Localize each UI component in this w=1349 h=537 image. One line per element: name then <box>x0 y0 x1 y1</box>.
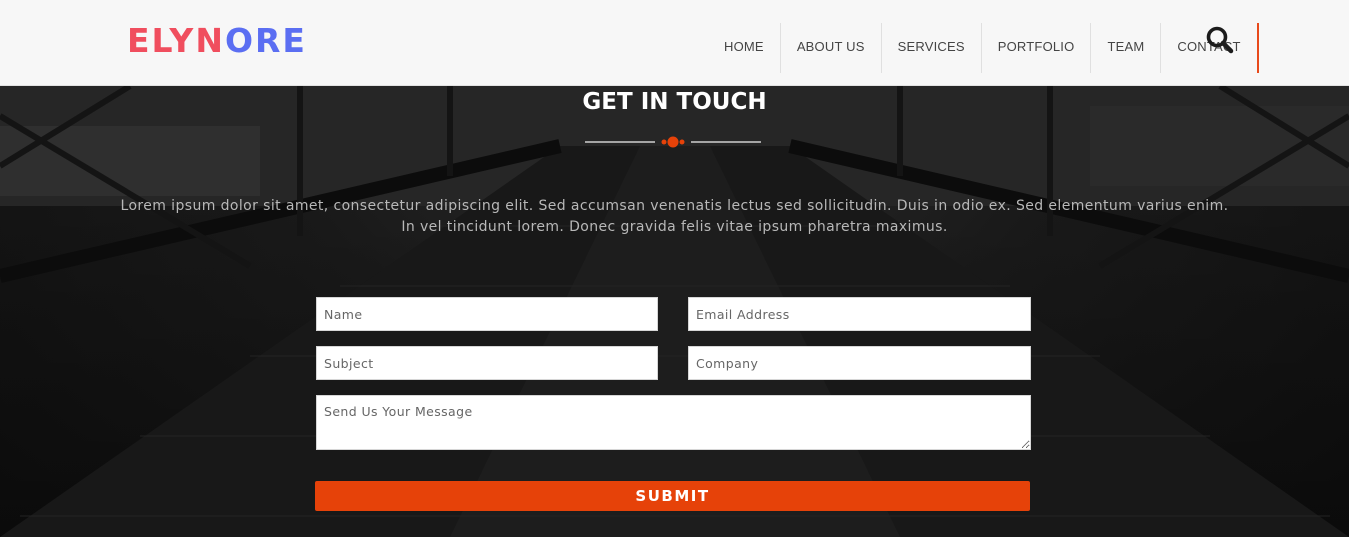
brand-logo-part1: ELYN <box>127 21 225 60</box>
subject-input[interactable] <box>316 346 658 380</box>
email-input[interactable] <box>688 297 1031 331</box>
title-divider <box>585 136 761 148</box>
background-image <box>0 86 1349 537</box>
main-nav: HOME ABOUT US SERVICES PORTFOLIO TEAM CO… <box>708 23 1259 73</box>
name-input[interactable] <box>316 297 658 331</box>
nav-separator <box>1256 23 1259 73</box>
search-icon[interactable] <box>1204 24 1236 56</box>
message-textarea[interactable] <box>316 395 1031 450</box>
site-header: ELYNORE HOME ABOUT US SERVICES PORTFOLIO… <box>0 0 1349 86</box>
company-input[interactable] <box>688 346 1031 380</box>
brand-logo[interactable]: ELYNORE <box>127 22 307 60</box>
brand-logo-part2: ORE <box>224 21 307 60</box>
submit-button[interactable]: SUBMIT <box>315 481 1030 511</box>
nav-item-home[interactable]: HOME <box>708 23 780 73</box>
section-title: GET IN TOUCH <box>582 89 767 115</box>
nav-item-services[interactable]: SERVICES <box>880 23 981 73</box>
section-description: Lorem ipsum dolor sit amet, consectetur … <box>120 198 1229 235</box>
nav-item-portfolio[interactable]: PORTFOLIO <box>980 23 1091 73</box>
nav-item-about-us[interactable]: ABOUT US <box>779 23 881 73</box>
nav-item-team[interactable]: TEAM <box>1090 23 1160 73</box>
